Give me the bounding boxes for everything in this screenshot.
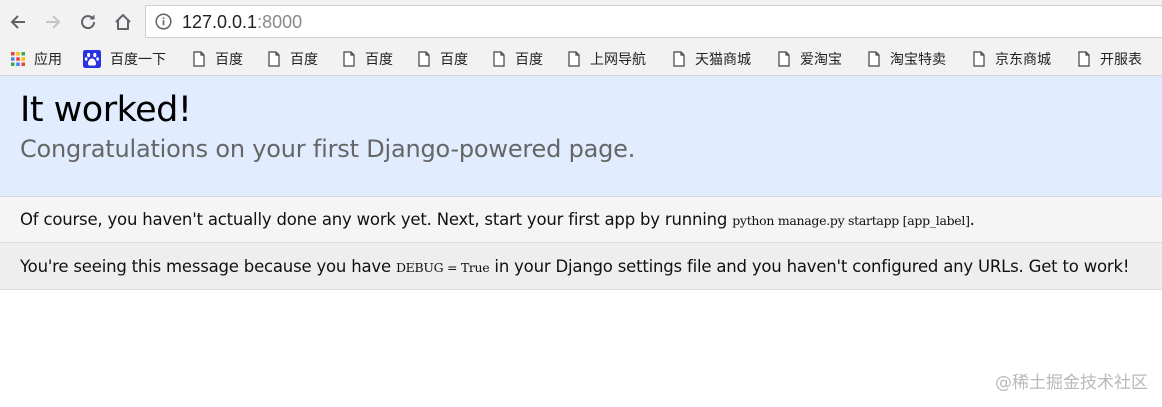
watermark: @稀土掘金技术社区 [995,373,1148,393]
url-port: :8000 [257,12,303,32]
bookmark-server-list[interactable]: 开服表 [1076,48,1142,70]
baidu-paw-icon [83,50,101,68]
explanation-section: You're seeing this message because you h… [0,243,1162,290]
bookmark-label: 百度 [365,51,393,67]
page-icon [493,51,505,67]
bookmark-label: 京东商城 [995,51,1051,67]
debug-setting: DEBUG = True [395,260,490,275]
bookmark-label: 百度 [440,51,468,67]
home-icon [115,14,131,30]
bookmark-label: 爱淘宝 [800,51,842,67]
page-title: It worked! [20,90,192,130]
page-icon [673,51,685,67]
page-icon [268,51,280,67]
forward-arrow-icon [46,15,61,29]
address-bar[interactable]: 127.0.0.1:8000 [145,5,1162,38]
explanation-post: in your Django settings file and you hav… [489,257,1130,276]
bookmark-taobao-sale[interactable]: 淘宝特卖 [866,48,946,70]
bookmark-tmall[interactable]: 天猫商城 [671,48,751,70]
summary-banner: It worked! Congratulations on your first… [0,76,1162,197]
forward-button[interactable] [39,8,67,36]
bookmark-label: 淘宝特卖 [890,51,946,67]
page-icon [868,51,880,67]
bookmark-baidu-search[interactable]: 百度一下 [82,48,166,70]
bookmark-baidu-2[interactable]: 百度 [266,48,318,70]
url-text: 127.0.0.1:8000 [182,12,302,33]
bookmark-baidu-5[interactable]: 百度 [491,48,543,70]
explanation-pre: You're seeing this message because you h… [20,257,396,276]
bookmark-label: 天猫商城 [695,51,751,67]
bookmark-label: 百度 [515,51,543,67]
page-icon [193,51,205,67]
bookmark-jd[interactable]: 京东商城 [971,48,1051,70]
browser-toolbar: 127.0.0.1:8000 [0,0,1162,44]
bookmark-baidu-3[interactable]: 百度 [341,48,393,70]
bookmark-label: 百度 [215,51,243,67]
apps-grid-icon [11,52,25,66]
reload-button[interactable] [74,8,102,36]
bookmarks-bar: 应用 百度一下 百度 百度 百度 百度 百度 上网导航 天猫商城 爱淘宝 淘宝特… [0,44,1162,76]
reload-icon [81,14,96,30]
home-button[interactable] [109,8,137,36]
bookmark-ai-taobao[interactable]: 爱淘宝 [776,48,842,70]
bookmark-label: 百度 [290,51,318,67]
bookmark-label: 百度一下 [110,51,166,67]
page-subtitle: Congratulations on your first Django-pow… [20,135,636,163]
back-arrow-icon [10,15,25,29]
bookmark-web-nav[interactable]: 上网导航 [566,48,646,70]
back-button[interactable] [4,8,32,36]
explanation-text: You're seeing this message because you h… [20,257,1129,276]
bookmark-baidu-4[interactable]: 百度 [416,48,468,70]
bookmark-label: 应用 [34,51,62,67]
bookmark-apps[interactable]: 应用 [10,48,62,70]
page-icon [343,51,355,67]
instructions-post: . [969,210,975,229]
page-icon [418,51,430,67]
instructions-pre: Of course, you haven't actually done any… [20,210,733,229]
instructions-section: Of course, you haven't actually done any… [0,197,1162,243]
instructions-text: Of course, you haven't actually done any… [20,210,975,229]
bookmark-label: 上网导航 [590,51,646,67]
page-icon [568,51,580,67]
page-icon [973,51,985,67]
info-icon[interactable] [155,13,172,30]
url-host: 127.0.0.1 [182,12,258,32]
bookmark-label: 开服表 [1100,51,1142,67]
page-icon [1078,51,1090,67]
startapp-command: python manage.py startapp [app_label] [732,213,970,228]
bookmark-baidu-1[interactable]: 百度 [191,48,243,70]
page-icon [778,51,790,67]
